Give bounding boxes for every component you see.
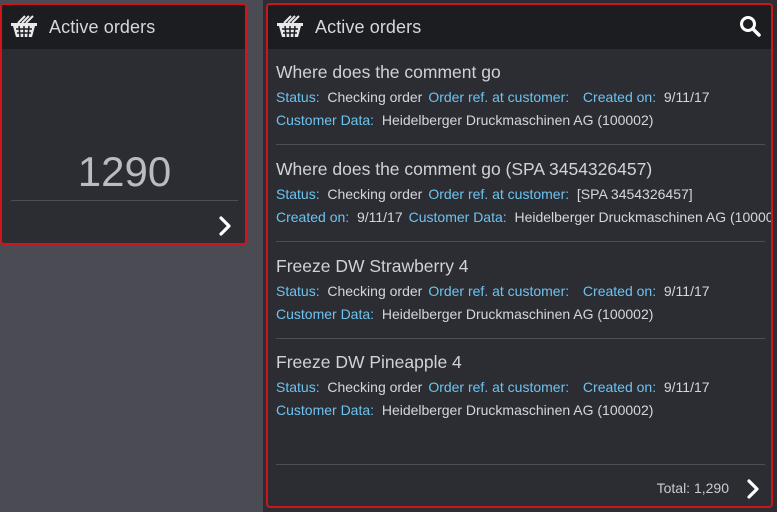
order-separator [276,241,765,242]
field-label: Created on: [582,89,657,105]
order-title: Where does the comment go [276,62,501,82]
chevron-right-icon[interactable] [216,216,234,236]
order-meta-line: Status: Checking order Order ref. at cust… [276,280,765,303]
field-label: Customer Data: [408,209,507,225]
field-label: Order ref. at customer: [428,186,570,202]
active-orders-list-tile: Active orders Where does the comment go S… [266,3,773,508]
field-value: Checking order [327,186,423,202]
order-title: Where does the comment go (SPA 345432645… [276,159,653,179]
field-value: Heidelberger Druckmaschinen AG (100002) [381,112,654,128]
order-meta-line: Customer Data: Heidelberger Druckmaschin… [276,399,765,422]
field-value: 9/11/17 [663,283,710,299]
order-list-item[interactable]: Freeze DW Pineapple 4 Status: Checking or… [276,351,765,422]
field-label: Status: [276,379,320,395]
field-value: 9/11/17 [356,209,403,225]
field-label: Order ref. at customer: [428,379,570,395]
order-meta-line: Created on: 9/11/17 Customer Data: Heidel… [276,206,771,229]
divider [11,200,238,201]
field-value: 9/11/17 [663,379,710,395]
field-label: Status: [276,89,320,105]
field-label: Customer Data: [276,112,375,128]
order-meta-line: Customer Data: Heidelberger Druckmaschin… [276,303,765,326]
field-value: Heidelberger Druckmaschinen AG (100002) [514,209,773,225]
field-value: Checking order [327,89,423,105]
field-label: Order ref. at customer: [428,283,570,299]
order-title: Freeze DW Pineapple 4 [276,352,462,372]
order-list-item[interactable]: Where does the comment go (SPA 345432645… [276,158,771,229]
tile-title: Active orders [49,16,156,37]
tile-header: Active orders [2,5,245,49]
tile-title: Active orders [315,16,422,37]
order-meta-line: Status: Checking order Order ref. at cust… [276,86,765,109]
field-label: Status: [276,283,320,299]
order-separator [276,338,765,339]
field-value: Checking order [327,379,423,395]
chevron-right-icon[interactable] [744,479,762,499]
order-list-item[interactable]: Freeze DW Strawberry 4 Status: Checking o… [276,255,765,326]
field-value: 9/11/17 [663,89,710,105]
footer-divider [276,464,765,465]
order-meta-line: Status: Checking order Order ref. at cust… [276,376,765,399]
active-orders-count: 1290 [77,148,172,195]
active-orders-count-tile[interactable]: Active orders 1290 [0,3,247,245]
field-label: Customer Data: [276,306,375,322]
field-label: Customer Data: [276,402,375,418]
field-value: Heidelberger Druckmaschinen AG (100002) [381,306,654,322]
field-value: [SPA 3454326457] [576,186,693,202]
order-separator [276,144,765,145]
field-label: Status: [276,186,320,202]
field-label: Created on: [276,209,350,225]
order-title: Freeze DW Strawberry 4 [276,256,469,276]
basket-icon [277,15,303,38]
field-label: Created on: [582,379,657,395]
tile-header: Active orders [268,5,771,49]
total-count: Total: 1,290 [656,480,729,496]
order-meta-line: Status: Checking order Order ref. at cust… [276,183,765,206]
order-meta-line: Customer Data: Heidelberger Druckmaschin… [276,109,765,132]
field-value: Heidelberger Druckmaschinen AG (100002) [381,402,654,418]
search-icon[interactable] [739,15,761,37]
basket-icon [11,15,37,38]
order-list-item[interactable]: Where does the comment go Status: Checkin… [276,61,765,132]
field-label: Created on: [582,283,657,299]
field-label: Order ref. at customer: [428,89,570,105]
field-value: Checking order [327,283,423,299]
